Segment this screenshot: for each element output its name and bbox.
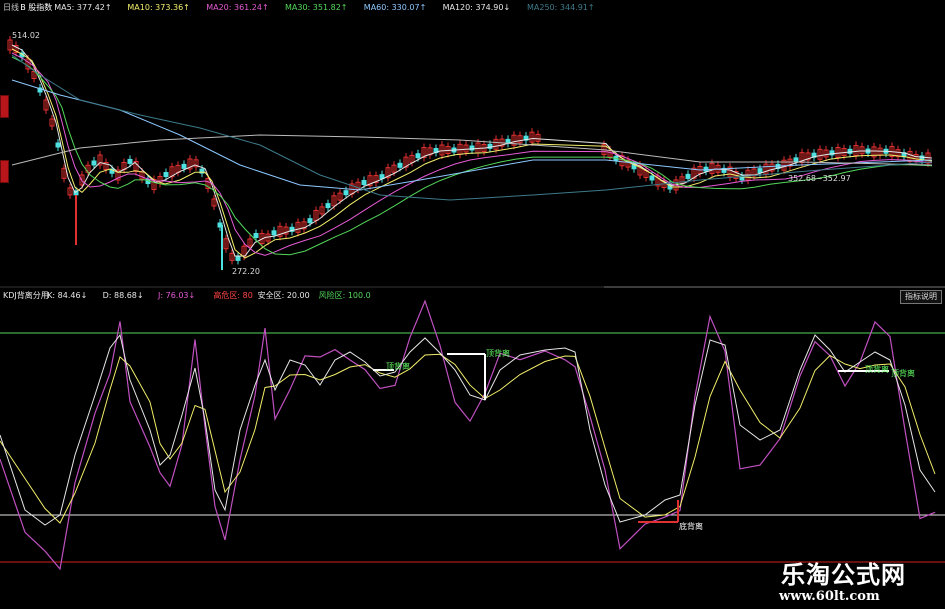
candle-body [235, 255, 241, 261]
kdj-legend-item: KDJ背离分用 [3, 291, 49, 300]
ma-legend-item: MA30: 351.82↑ [285, 3, 348, 12]
candle-body [91, 160, 97, 166]
ma-legend-item: MA60: 330.07↑ [363, 3, 427, 12]
kdj-legend-item: 风险区: 100.0 [318, 291, 371, 300]
chart-canvas[interactable] [0, 0, 945, 609]
top-divergence-label: 顶背离 [386, 362, 410, 371]
candle-body [757, 168, 763, 174]
candle-body [685, 173, 691, 179]
kdj-legend-item: J: 76.03↓ [158, 291, 196, 300]
j-line [0, 299, 936, 571]
candle-body [325, 203, 331, 209]
high-price-label: 514.02 [12, 31, 40, 40]
candle-body [361, 180, 367, 186]
ma-legend-item: MA120: 374.90↓ [442, 3, 511, 12]
range-label: 352.68~352.97 [788, 174, 851, 183]
candle-body [793, 157, 799, 163]
top-divergence-label: 顶背离 [891, 369, 915, 378]
ma20-line [11, 52, 933, 256]
candle-body [181, 163, 187, 169]
side-tab[interactable] [0, 160, 9, 183]
candle-body [415, 153, 421, 159]
candle-body [271, 230, 277, 236]
candle-body [649, 175, 655, 181]
side-tab[interactable] [0, 95, 9, 118]
d-line [0, 353, 936, 524]
candle-body [127, 158, 133, 164]
ma-legend-item: MA20: 361.24↑ [206, 3, 269, 12]
stock-chart-window: 日线 B 股指数 MA5: 377.42↑ MA10: 373.36↑ MA20: 36… [0, 0, 945, 609]
top-divergence-label: 顶背离 [486, 349, 510, 358]
kdj-legend-item: 高危区: 80 [213, 291, 253, 300]
ma-legend-item: MA10: 373.36↑ [127, 3, 190, 12]
candle-body [847, 148, 853, 154]
candle-body [307, 218, 313, 224]
ma30-line [11, 56, 933, 256]
candle-body [343, 190, 349, 196]
ma-legend-item: B 股指数 [20, 3, 53, 12]
candle-body [163, 172, 169, 178]
candle-body [55, 142, 61, 148]
candle-body [253, 233, 259, 238]
kdj-legend-item: 安全区: 20.00 [257, 291, 310, 300]
top-divergence-label: 顶背离 [865, 365, 889, 374]
ma-legend-item: 日线 [3, 3, 19, 12]
candle-body [397, 162, 403, 168]
kdj-legend-item: K: 84.46↓ [47, 291, 88, 300]
ma-legend-item: MA5: 377.42↑ [54, 3, 112, 12]
ma10-line [11, 48, 933, 259]
watermark-url: www.60lt.com [779, 589, 880, 604]
indicator-info-button[interactable]: 指标说明 [900, 290, 942, 304]
low-price-label: 272.20 [232, 267, 260, 276]
watermark-title: 乐淘公式网 [781, 560, 906, 589]
kdj-legend-item: D: 88.68↓ [102, 291, 144, 300]
k-line [0, 333, 936, 526]
ma-legend-item: MA250: 344.91↑ [527, 3, 595, 12]
bottom-divergence-label: 底背离 [679, 522, 703, 531]
